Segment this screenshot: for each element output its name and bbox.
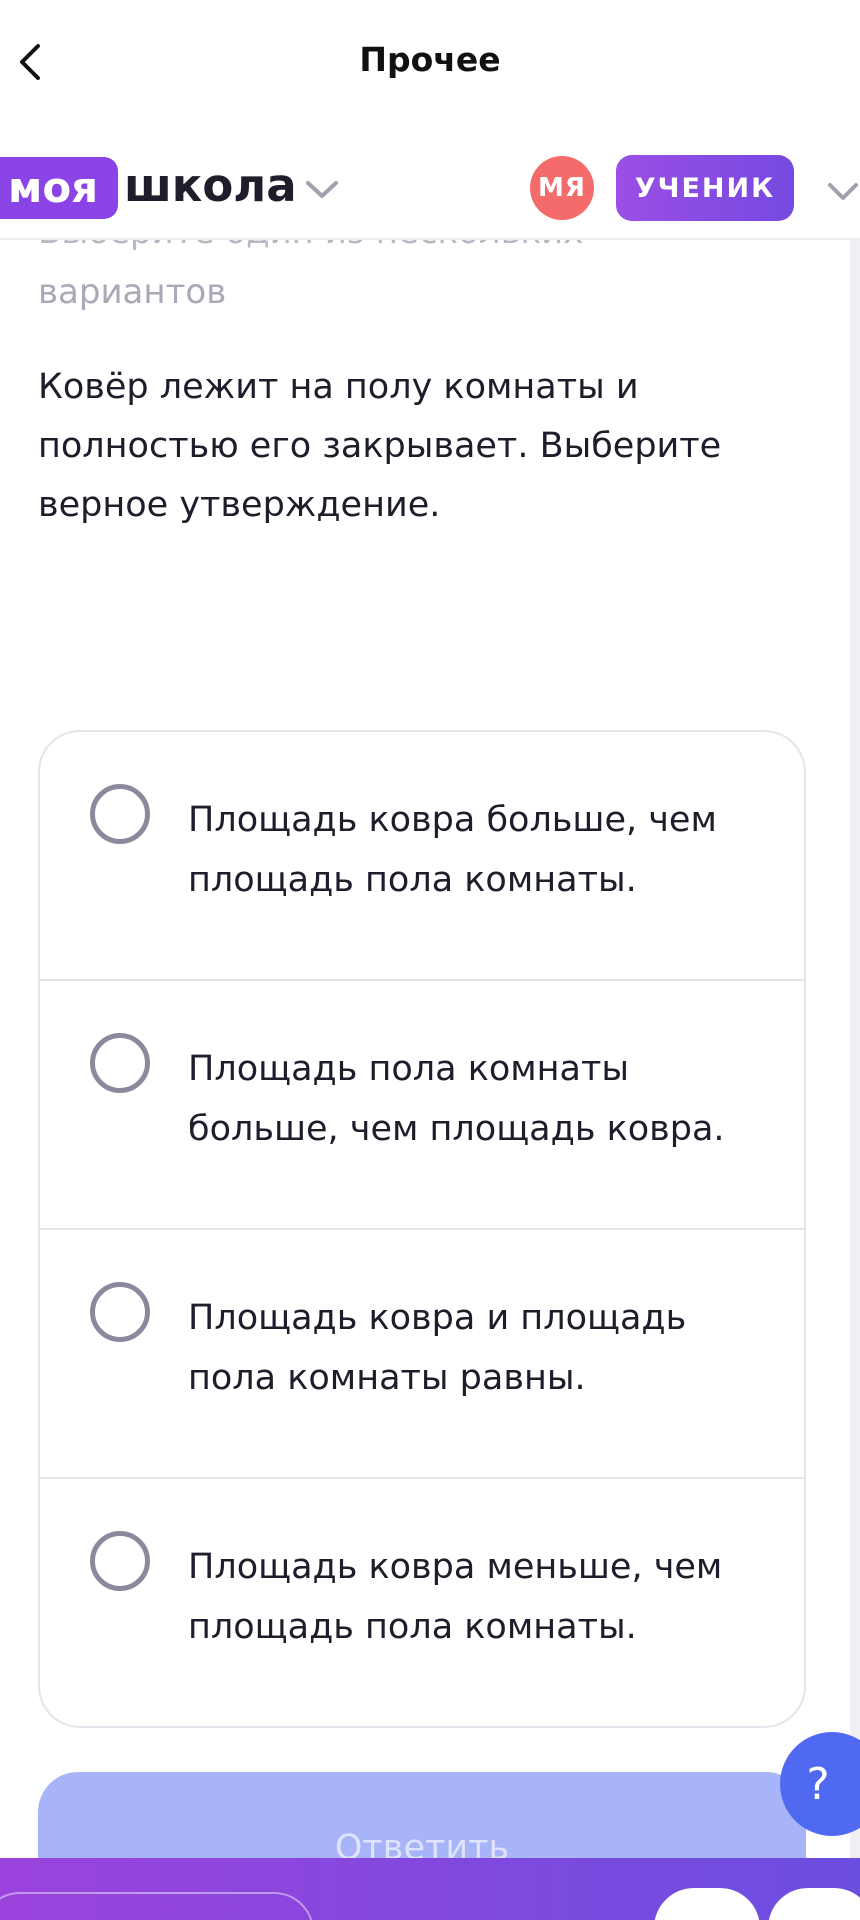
answer-option-4[interactable]: Площадь ковра меньше, чем площадь пола к… <box>40 1479 804 1726</box>
logo-shkola[interactable]: школа <box>124 155 297 217</box>
page-title: Прочее <box>359 40 501 79</box>
answer-option-text: Площадь ковра и площадь пола комнаты рав… <box>188 1298 687 1398</box>
radio-button[interactable] <box>90 1282 150 1342</box>
radio-button[interactable] <box>90 784 150 844</box>
answer-option-2[interactable]: Площадь пола комнаты больше, чем площадь… <box>40 981 804 1230</box>
brand-header: моя школа МЯ УЧЕНИК <box>0 125 860 240</box>
question-text: Ковёр лежит на полу комнаты и полностью … <box>38 367 722 525</box>
answer-option-text: Площадь ковра меньше, чем площадь пола к… <box>188 1547 723 1647</box>
chevron-down-icon[interactable] <box>304 179 340 201</box>
question-mark-icon: ? <box>806 1758 830 1810</box>
avatar[interactable]: МЯ <box>530 156 594 220</box>
radio-button[interactable] <box>90 1531 150 1591</box>
radio-button[interactable] <box>90 1033 150 1093</box>
instruction-text-line2: вариантов <box>38 272 227 312</box>
answer-options: Площадь ковра больше, чем площадь пола к… <box>38 730 806 1728</box>
answer-option-3[interactable]: Площадь ковра и площадь пола комнаты рав… <box>40 1230 804 1479</box>
answer-option-text: Площадь ковра больше, чем площадь пола к… <box>188 800 717 900</box>
answer-option-text: Площадь пола комнаты больше, чем площадь… <box>188 1049 725 1149</box>
logo-moya[interactable]: моя <box>0 157 119 219</box>
answer-option-1[interactable]: Площадь ковра больше, чем площадь пола к… <box>40 732 804 981</box>
bottom-bar-button[interactable] <box>0 1892 314 1920</box>
top-navigation-bar: Прочее <box>0 0 860 125</box>
chevron-down-icon[interactable] <box>826 181 860 203</box>
role-badge[interactable]: УЧЕНИК <box>616 155 794 221</box>
scrollbar-track[interactable] <box>850 240 860 1860</box>
